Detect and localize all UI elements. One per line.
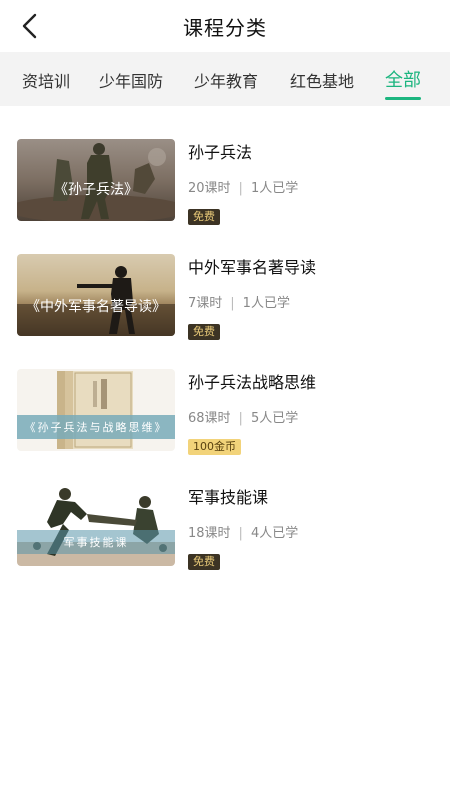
tab-youth-defense[interactable]: 少年国防 <box>99 68 163 92</box>
course-info: 孙子兵法战略思维 68课时 | 5人已学 100金币 <box>188 369 316 455</box>
lesson-count: 7课时 <box>188 296 223 311</box>
divider: | <box>238 411 243 426</box>
price-badge: 100金币 <box>188 439 241 455</box>
course-meta: 20课时 | 1人已学 <box>188 177 298 196</box>
lesson-count: 68课时 <box>188 411 231 426</box>
course-title: 孙子兵法 <box>188 143 253 162</box>
tab-youth-education[interactable]: 少年教育 <box>194 68 258 92</box>
price-badge: 免费 <box>188 554 220 570</box>
course-meta: 7课时 | 1人已学 <box>188 292 316 311</box>
soldier-silhouette-photo <box>17 254 175 336</box>
learner-count: 1人已学 <box>250 181 299 196</box>
course-meta: 18课时 | 4人已学 <box>188 522 298 541</box>
course-title: 中外军事名著导读 <box>188 258 317 277</box>
price-badge: 免费 <box>188 209 220 225</box>
divider: | <box>230 296 235 311</box>
course-thumbnail: 《孙子兵法与战略思维》 <box>17 369 175 451</box>
tab-all[interactable]: 全部 <box>385 66 421 100</box>
tab-red-base[interactable]: 红色基地 <box>290 68 354 92</box>
header-bar: 课程分类 <box>0 0 450 52</box>
divider: | <box>238 181 243 196</box>
lesson-count: 18课时 <box>188 526 231 541</box>
course-title: 军事技能课 <box>188 488 269 507</box>
course-info: 中外军事名著导读 7课时 | 1人已学 免费 <box>188 254 316 340</box>
thumbnail-caption: 军事技能课 <box>63 536 129 549</box>
page-title: 课程分类 <box>183 16 267 40</box>
learner-count: 4人已学 <box>250 526 299 541</box>
lesson-count: 20课时 <box>188 181 231 196</box>
course-info: 军事技能课 18课时 | 4人已学 免费 <box>188 484 298 570</box>
course-meta: 68课时 | 5人已学 <box>188 407 316 426</box>
tab-training[interactable]: 资培训 <box>22 68 70 92</box>
course-title: 孙子兵法战略思维 <box>188 373 317 392</box>
course-item-military-skills[interactable]: 军事技能课 军事技能课 18课时 | 4人已学 免费 <box>17 484 437 570</box>
course-item-sunzi[interactable]: 《孙子兵法》 孙子兵法 20课时 | 1人已学 免费 <box>17 139 437 225</box>
divider: | <box>238 526 243 541</box>
tab-all-label: 全部 <box>385 70 421 91</box>
course-info: 孙子兵法 20课时 | 1人已学 免费 <box>188 139 298 225</box>
course-thumbnail: 《中外军事名著导读》 <box>17 254 175 336</box>
category-tabs: 资培训 少年国防 少年教育 红色基地 全部 <box>0 52 450 106</box>
course-item-military-classics[interactable]: 《中外军事名著导读》 中外军事名著导读 7课时 | 1人已学 免费 <box>17 254 437 340</box>
thumbnail-caption: 《中外军事名著导读》 <box>26 299 166 315</box>
course-item-sunzi-strategy[interactable]: 《孙子兵法与战略思维》 孙子兵法战略思维 68课时 | 5人已学 100金币 <box>17 369 437 455</box>
active-tab-indicator <box>385 97 421 100</box>
course-thumbnail: 《孙子兵法》 <box>17 139 175 221</box>
course-thumbnail: 军事技能课 <box>17 484 175 566</box>
learner-count: 5人已学 <box>250 411 299 426</box>
price-badge: 免费 <box>188 324 220 340</box>
thumbnail-caption: 《孙子兵法与战略思维》 <box>24 421 168 434</box>
learner-count: 1人已学 <box>242 296 290 311</box>
thumbnail-caption: 《孙子兵法》 <box>54 182 138 198</box>
